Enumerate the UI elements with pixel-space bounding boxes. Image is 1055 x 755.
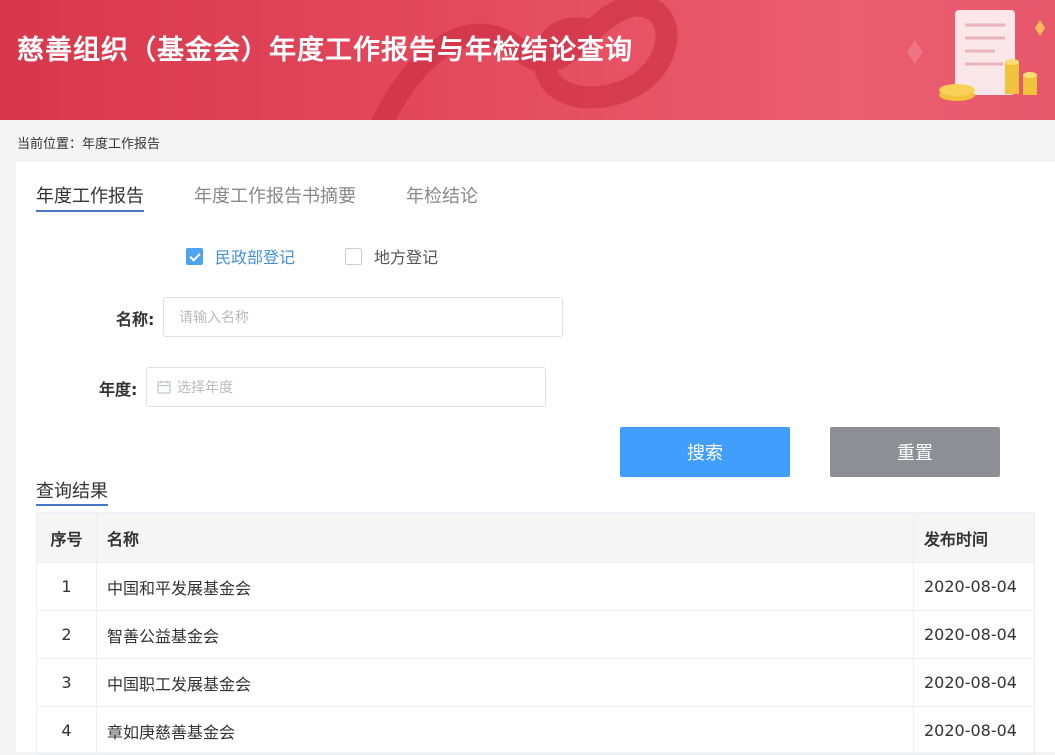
reset-button[interactable]: 重置 <box>830 427 1000 477</box>
cell-index: 2 <box>36 610 97 659</box>
cell-name[interactable]: 中国职工发展基金会 <box>95 658 915 707</box>
cell-date: 2020-08-04 <box>913 610 1035 659</box>
cell-name[interactable]: 智善公益基金会 <box>95 610 915 659</box>
name-label: 名称: <box>116 310 155 329</box>
cell-date: 2020-08-04 <box>913 562 1035 611</box>
checkbox-label: 地方登记 <box>374 248 439 267</box>
registration-filter: 民政部登记 地方登记 <box>186 244 488 268</box>
cell-date: 2020-08-04 <box>913 706 1035 755</box>
table-row[interactable]: 3 中国职工发展基金会 2020-08-04 <box>36 658 1035 707</box>
main-panel: 年度工作报告 年度工作报告书摘要 年检结论 民政部登记 地方登记 名称: 年度:… <box>16 162 1055 755</box>
column-header-date: 发布时间 <box>913 512 1035 563</box>
table-row[interactable]: 4 章如庚慈善基金会 2020-08-04 <box>36 706 1035 755</box>
tab-annual-report-summary[interactable]: 年度工作报告书摘要 <box>194 182 356 212</box>
year-picker[interactable] <box>146 367 546 407</box>
checkbox-checked-icon[interactable] <box>186 247 203 265</box>
cell-index: 4 <box>36 706 97 755</box>
checkbox-ministry-registration[interactable]: 民政部登记 <box>186 244 295 268</box>
tab-annual-report[interactable]: 年度工作报告 <box>36 182 144 212</box>
tab-bar: 年度工作报告 年度工作报告书摘要 年检结论 <box>36 182 528 212</box>
name-input[interactable] <box>163 297 563 337</box>
search-button[interactable]: 搜索 <box>620 427 790 477</box>
table-row[interactable]: 1 中国和平发展基金会 2020-08-04 <box>36 562 1035 611</box>
calendar-icon <box>157 380 171 394</box>
table-header-row: 序号 名称 发布时间 <box>36 512 1035 563</box>
checkbox-unchecked-icon[interactable] <box>345 247 363 265</box>
receipt-coins-illustration <box>907 10 1045 101</box>
column-header-name: 名称 <box>95 512 915 563</box>
year-input[interactable] <box>171 379 531 395</box>
cell-date: 2020-08-04 <box>913 658 1035 707</box>
tab-annual-inspection[interactable]: 年检结论 <box>406 182 478 212</box>
table-row[interactable]: 2 智善公益基金会 2020-08-04 <box>36 610 1035 659</box>
checkbox-local-registration[interactable]: 地方登记 <box>345 244 438 268</box>
header-banner: 慈善组织（基金会）年度工作报告与年检结论查询 <box>0 0 1055 120</box>
cell-index: 1 <box>36 562 97 611</box>
column-header-index: 序号 <box>36 512 97 563</box>
results-table: 序号 名称 发布时间 1 中国和平发展基金会 2020-08-04 2 智善公益… <box>36 512 1035 755</box>
results-title: 查询结果 <box>36 477 108 506</box>
breadcrumb: 当前位置：年度工作报告 <box>17 137 161 152</box>
cell-name[interactable]: 中国和平发展基金会 <box>95 562 915 611</box>
cell-name[interactable]: 章如庚慈善基金会 <box>95 706 915 755</box>
page-title: 慈善组织（基金会）年度工作报告与年检结论查询 <box>17 35 633 66</box>
year-label: 年度: <box>99 380 138 399</box>
checkbox-label: 民政部登记 <box>215 248 296 267</box>
cell-index: 3 <box>36 658 97 707</box>
